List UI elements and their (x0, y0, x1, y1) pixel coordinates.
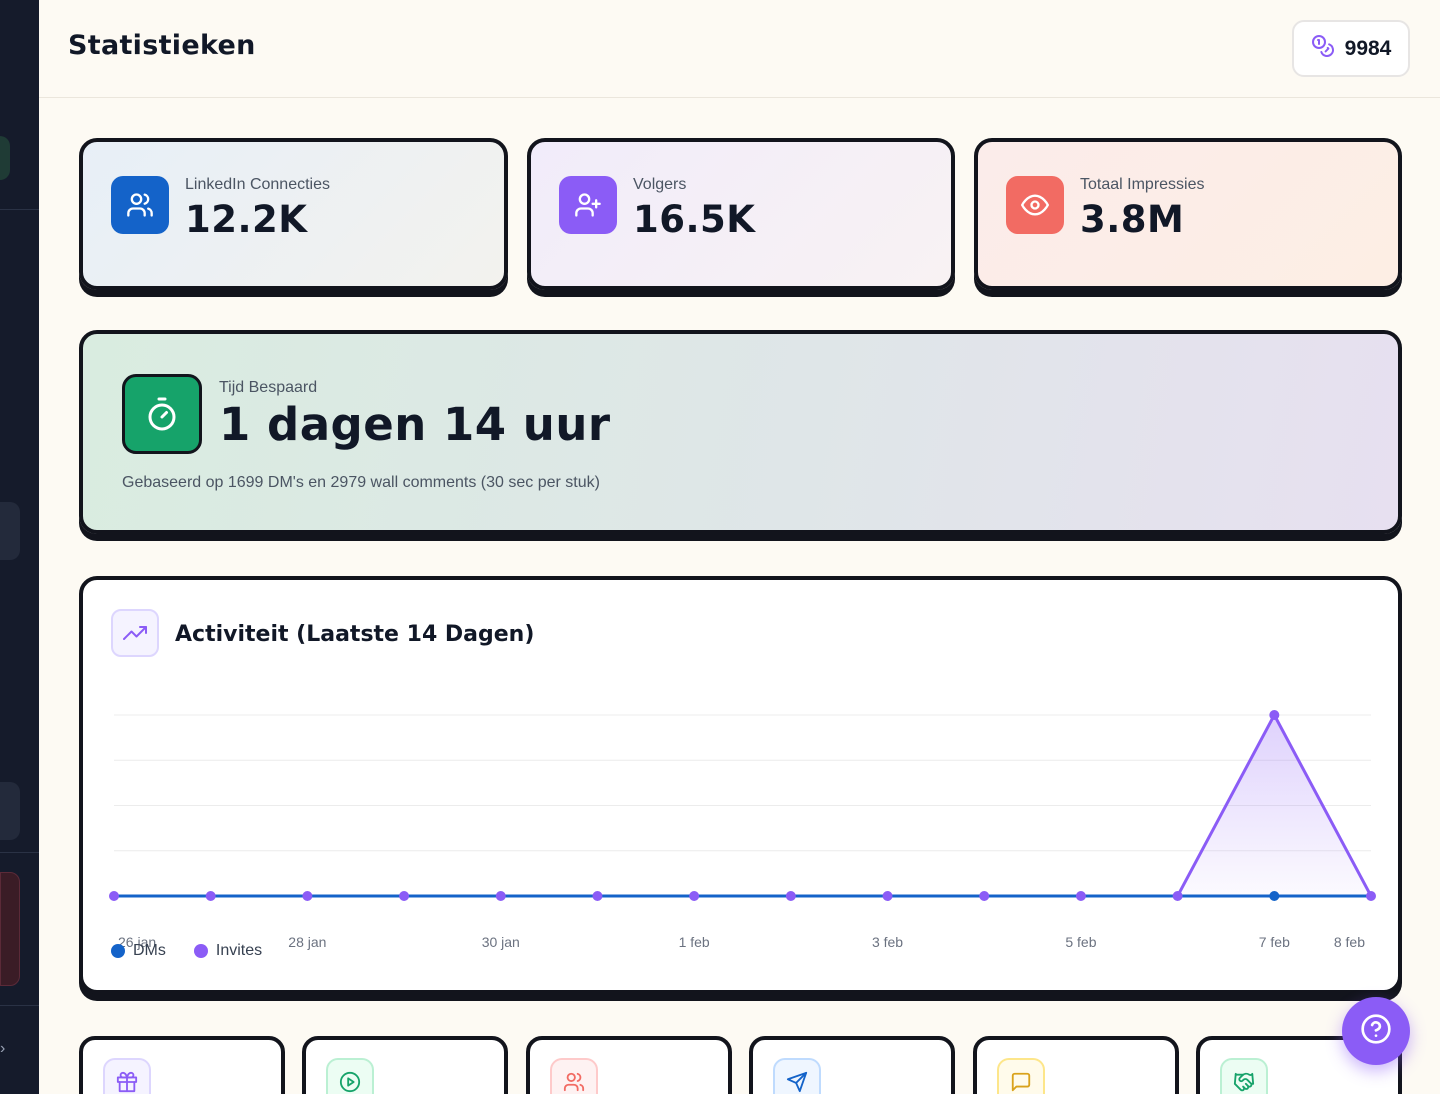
legend-label: DMs (133, 942, 166, 959)
time-saved-label: Tijd Bespaard (219, 379, 318, 396)
data-point-invites (1172, 891, 1183, 901)
stat-card-connections: LinkedIn Connecties 12.2K (79, 138, 508, 290)
users-icon (111, 176, 169, 234)
quick-action-card[interactable] (749, 1036, 955, 1094)
data-point-invites (1075, 891, 1086, 901)
data-point-invites (1366, 891, 1376, 901)
send-icon (773, 1058, 821, 1094)
sidebar-item[interactable] (0, 782, 20, 840)
sidebar-upgrade-card[interactable] (0, 872, 20, 986)
x-tick-label: 7 feb (1259, 934, 1290, 950)
credits-value: 9984 (1344, 36, 1392, 60)
quick-action-card[interactable] (79, 1036, 285, 1094)
legend-swatch (193, 944, 208, 958)
page-title: Statistieken (68, 30, 256, 61)
stat-label: Totaal Impressies (1080, 176, 1205, 193)
handshake-icon (1220, 1058, 1268, 1094)
data-point-dms (1269, 891, 1280, 901)
data-point-invites (689, 891, 700, 901)
data-point-invites (302, 891, 313, 901)
activity-chart: 26 jan 28 jan 30 jan 1 feb 3 feb 5 feb 7 feb 8 … (109, 710, 1376, 950)
legend-label: Invites (215, 942, 263, 959)
stat-label: Volgers (633, 176, 687, 193)
x-tick-label: 1 feb (679, 934, 710, 950)
sidebar-divider (0, 1005, 39, 1006)
sidebar-divider (0, 209, 39, 210)
help-circle-icon (1360, 1013, 1392, 1050)
x-tick-label: 30 jan (482, 934, 520, 950)
stat-value: 12.2K (185, 198, 308, 241)
chart-legend: DMs Invites (111, 942, 262, 960)
stat-card-impressions: Totaal Impressies 3.8M (974, 138, 1402, 290)
stat-card-followers: Volgers 16.5K (527, 138, 955, 290)
user-plus-icon (559, 176, 617, 234)
header: Statistieken 9984 (39, 0, 1440, 98)
x-tick-label: 8 feb (1334, 934, 1365, 950)
expand-sidebar-icon[interactable]: › (0, 1040, 5, 1058)
legend-item-invites[interactable]: Invites (193, 942, 263, 960)
x-tick-label: 28 jan (288, 934, 326, 950)
message-square-icon (997, 1058, 1045, 1094)
legend-swatch (111, 944, 125, 958)
data-point-invites (1269, 710, 1280, 720)
quick-action-card[interactable] (526, 1036, 732, 1094)
data-point-invites (399, 891, 410, 901)
data-point-invites (205, 891, 216, 901)
data-point-invites (592, 891, 603, 901)
quick-action-card[interactable] (973, 1036, 1179, 1094)
data-point-invites (979, 891, 990, 901)
quick-action-card[interactable] (302, 1036, 508, 1094)
credits-badge[interactable]: 9984 (1292, 20, 1410, 77)
time-saved-value: 1 dagen 14 uur (219, 398, 611, 451)
stat-label: LinkedIn Connecties (185, 176, 330, 193)
help-button[interactable] (1342, 997, 1410, 1065)
coins-icon (1311, 34, 1335, 63)
data-point-invites (495, 891, 506, 901)
sidebar-item[interactable] (0, 502, 20, 560)
sidebar-item-active[interactable] (0, 136, 10, 180)
stat-value: 16.5K (633, 198, 756, 241)
time-saved-note: Gebaseerd op 1699 DM's en 2979 wall comm… (122, 474, 600, 491)
time-saved-card: Tijd Bespaard 1 dagen 14 uur Gebaseerd o… (79, 330, 1402, 534)
data-point-invites (882, 891, 893, 901)
legend-item-dms[interactable]: DMs (111, 942, 166, 960)
data-point-invites (109, 891, 119, 901)
data-point-invites (785, 891, 796, 901)
stopwatch-icon (122, 374, 202, 454)
x-tick-label: 5 feb (1065, 934, 1096, 950)
x-tick-label: 3 feb (872, 934, 903, 950)
activity-chart-card: Activiteit (Laatste 14 Dagen) 26 jan 28 j… (79, 576, 1402, 994)
stat-value: 3.8M (1080, 198, 1185, 241)
eye-icon (1006, 176, 1064, 234)
sidebar-divider (0, 852, 39, 853)
users-icon (550, 1058, 598, 1094)
sidebar: › (0, 0, 39, 1094)
gift-icon (103, 1058, 151, 1094)
main-content: Statistieken 9984 LinkedIn Connecties 12… (39, 0, 1440, 1094)
play-circle-icon (326, 1058, 374, 1094)
